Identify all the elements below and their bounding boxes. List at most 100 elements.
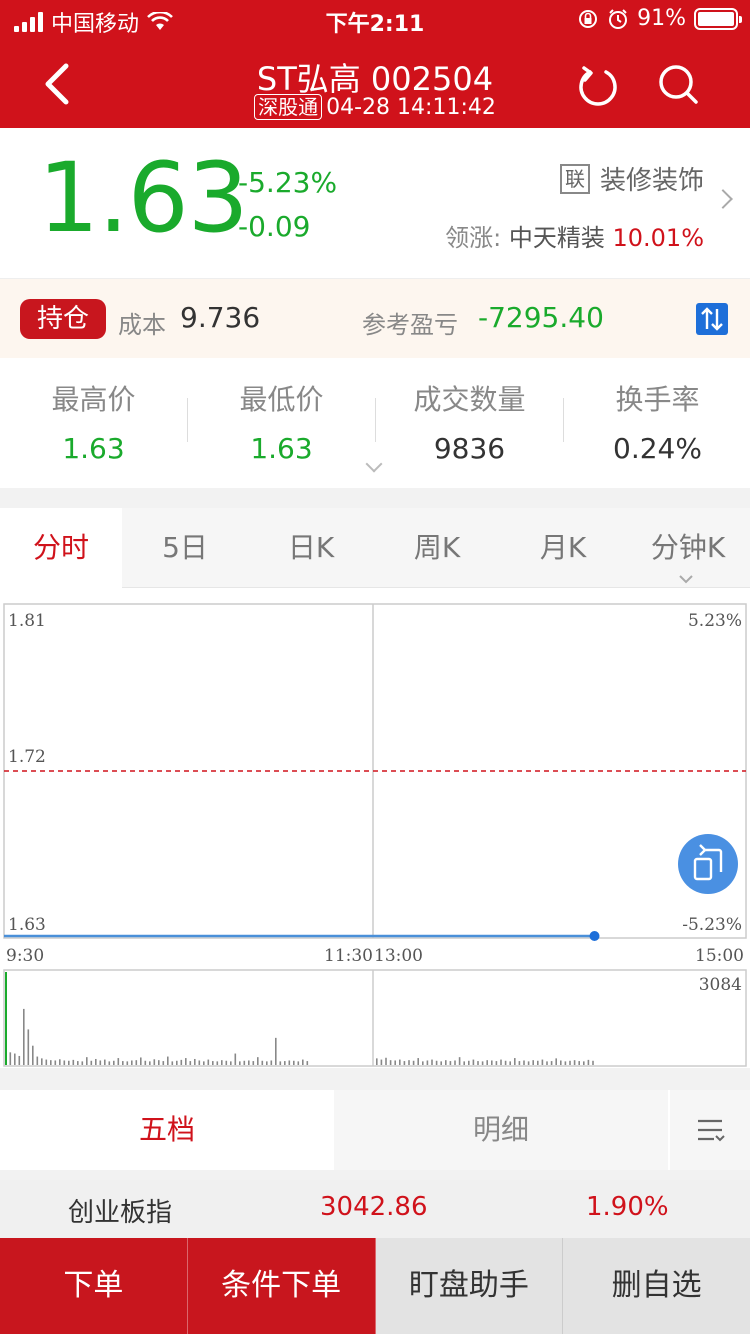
index-name: 创业板指 — [68, 1198, 173, 1228]
index-ticker[interactable]: 创业板指 3042.86 1.90% — [0, 1180, 750, 1238]
volume-bar — [207, 1059, 210, 1065]
cost-label: 成本 — [118, 311, 166, 339]
cost-value: 9.736 — [180, 301, 261, 334]
volume-bar — [108, 1061, 111, 1065]
volume-bar — [153, 1059, 156, 1065]
volume-bar — [158, 1060, 160, 1065]
chevron-down-icon[interactable] — [678, 574, 694, 584]
volume-bar — [389, 1060, 392, 1065]
volume-bar — [86, 1057, 88, 1065]
volume-bar — [126, 1061, 129, 1065]
volume-bar — [185, 1058, 187, 1065]
volume-bar — [194, 1058, 196, 1065]
remove-watchlist-button[interactable]: 删自选 — [563, 1238, 750, 1334]
chart-svg[interactable]: 1.81 1.72 1.63 5.23% -5.23% 9:30 11:30 1… — [0, 588, 750, 1068]
volume-bar — [198, 1060, 201, 1065]
chart-tabs: 分时 5日 日K 周K 月K 分钟K — [0, 508, 750, 588]
latest-price-dot — [589, 931, 600, 941]
volume-bar — [514, 1058, 516, 1065]
search-icon[interactable] — [656, 62, 700, 108]
volume-max-label: 3084 — [699, 975, 742, 995]
volume-bar — [27, 1029, 30, 1065]
volume-bar — [449, 1061, 452, 1065]
volume-bar — [18, 1055, 21, 1065]
position-badge[interactable]: 持仓 — [20, 299, 106, 339]
volume-bar — [486, 1060, 488, 1065]
tab-intraday[interactable]: 分时 — [0, 508, 122, 588]
stats-panel: 最高价 1.63 最低价 1.63 成交数量 9836 换手率 0.24% — [0, 358, 750, 488]
order-button[interactable]: 下单 — [0, 1238, 188, 1334]
volume-bar — [239, 1061, 241, 1065]
volume-bar — [394, 1060, 396, 1065]
volume-bar — [527, 1061, 530, 1065]
stat-label: 最低价 — [239, 383, 324, 416]
volume-bar — [306, 1061, 309, 1065]
index-percent: 1.90% — [586, 1192, 669, 1222]
volume-bar — [293, 1060, 295, 1065]
pct-axis-bottom: -5.23% — [682, 915, 742, 935]
volume-bar — [550, 1061, 553, 1065]
volume-bar — [113, 1060, 115, 1065]
refresh-icon[interactable] — [576, 64, 620, 108]
stat-value: 1.63 — [62, 432, 125, 465]
tab-daily-k[interactable]: 日K — [248, 508, 374, 588]
tab-detail[interactable]: 明细 — [334, 1090, 668, 1170]
volume-bar — [422, 1061, 424, 1065]
volume-bar — [477, 1061, 479, 1065]
volume-bar — [564, 1061, 567, 1065]
volume-bar — [257, 1057, 259, 1065]
tab-5day[interactable]: 5日 — [122, 508, 248, 588]
status-right: 91% — [577, 6, 742, 31]
stat-label: 成交数量 — [413, 383, 526, 416]
volume-bar — [284, 1061, 286, 1065]
volume-bar — [144, 1060, 147, 1065]
volume-bar — [426, 1060, 429, 1065]
tab-weekly-k[interactable]: 周K — [374, 508, 500, 588]
volume-bar — [509, 1061, 511, 1065]
volume-bar — [45, 1059, 48, 1065]
tab-five-level[interactable]: 五档 — [0, 1090, 334, 1170]
stat-value: 0.24% — [613, 432, 702, 465]
conditional-order-button[interactable]: 条件下单 — [187, 1238, 376, 1334]
volume-bar — [99, 1060, 102, 1065]
sector-name: 装修装饰 — [599, 166, 704, 196]
swap-arrows-icon[interactable] — [696, 303, 728, 335]
sector-badge: 联 — [559, 163, 590, 194]
leader-label: 领涨: — [445, 224, 502, 252]
volume-bar — [252, 1061, 255, 1065]
sector-leader[interactable]: 领涨: 中天精装 10.01% — [445, 218, 704, 253]
alarm-icon — [609, 8, 628, 29]
volume-bar — [149, 1061, 151, 1065]
volume-bar — [380, 1059, 383, 1065]
price-axis-bottom: 1.63 — [8, 915, 46, 935]
volume-bar — [569, 1060, 571, 1065]
intraday-chart[interactable]: 1.81 1.72 1.63 5.23% -5.23% 9:30 11:30 1… — [0, 588, 750, 1068]
change-amount: -0.09 — [238, 210, 311, 243]
volume-bar — [131, 1060, 133, 1065]
status-bar: 中国移动 下午2:11 91% — [0, 0, 750, 40]
position-bar[interactable]: 持仓 成本 9.736 参考盈亏 -7295.40 — [0, 278, 750, 358]
quote-panel: 1.63 -5.23% -0.09 联 装修装饰 领涨: 中天精装 10.01% — [0, 128, 750, 278]
volume-bar — [216, 1061, 219, 1065]
volume-bar — [302, 1059, 304, 1065]
monitor-assistant-button[interactable]: 盯盘助手 — [375, 1238, 564, 1334]
volume-bar — [230, 1061, 232, 1065]
tab-monthly-k[interactable]: 月K — [500, 508, 626, 588]
volume-bar — [472, 1059, 475, 1065]
volume-bar — [431, 1059, 433, 1065]
volume-bar — [203, 1061, 205, 1065]
more-menu-button[interactable] — [670, 1090, 750, 1170]
sector-link[interactable]: 联 装修装饰 — [559, 160, 704, 197]
volume-bar — [537, 1060, 539, 1065]
chevron-right-icon[interactable] — [713, 189, 733, 209]
volume-bar — [171, 1061, 174, 1065]
volume-bar — [68, 1060, 70, 1065]
volume-bar — [500, 1059, 502, 1065]
stat-turnover: 换手率 0.24% — [564, 378, 750, 465]
volume-bar — [162, 1061, 165, 1065]
volume-bar — [583, 1061, 585, 1065]
stat-value: 1.63 — [250, 432, 313, 465]
landscape-toggle-button[interactable] — [678, 834, 738, 894]
volume-bar — [135, 1060, 138, 1065]
volume-bar — [560, 1060, 562, 1065]
